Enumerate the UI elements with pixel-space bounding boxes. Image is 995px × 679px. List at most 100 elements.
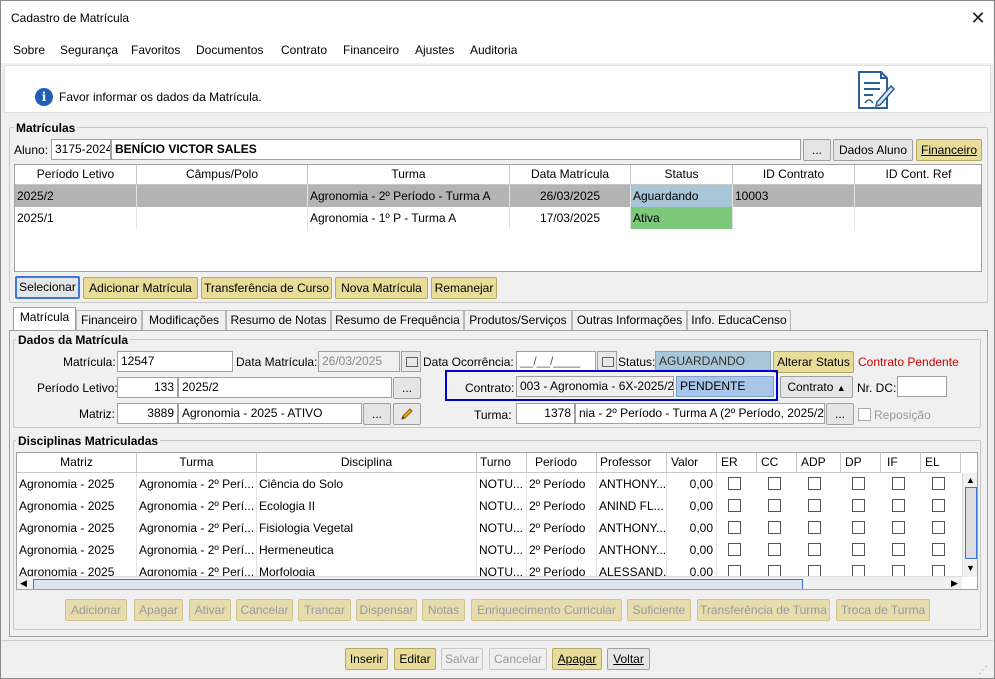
menu-auditoria[interactable]: Auditoria xyxy=(470,43,517,57)
row-checkbox-el[interactable] xyxy=(932,521,945,534)
calendar-icon[interactable] xyxy=(401,351,421,372)
turma-code-field[interactable]: 1378 xyxy=(516,403,575,424)
row-checkbox-er[interactable] xyxy=(728,477,741,490)
row-checkbox-adp[interactable] xyxy=(808,477,821,490)
periodo-value-field[interactable]: 2025/2 xyxy=(178,377,392,398)
scroll-down-icon[interactable]: ▼ xyxy=(966,563,975,573)
matriz-code-field[interactable]: 3889 xyxy=(117,403,178,424)
editar-button[interactable]: Editar xyxy=(394,648,436,670)
scroll-up-icon[interactable]: ▲ xyxy=(966,475,975,485)
vertical-scrollbar[interactable]: ▲ ▼ xyxy=(962,473,977,577)
resize-grip-icon[interactable]: ⋰ xyxy=(978,664,992,678)
data-ocorrencia-field[interactable]: __/__/____ xyxy=(516,351,596,372)
matriculas-table[interactable]: Período Letivo Câmpus/Polo Turma Data Ma… xyxy=(14,164,982,272)
table-row[interactable]: 2025/1 Agronomia - 1º P - Turma A 17/03/… xyxy=(15,207,981,229)
col-valor[interactable]: Valor xyxy=(667,453,717,473)
calendar-icon[interactable] xyxy=(597,351,617,372)
row-checkbox-cc[interactable] xyxy=(768,543,781,556)
enriquecimento-curricular-button[interactable]: Enriquecimento Curricular xyxy=(471,599,622,621)
close-icon[interactable]: ✕ xyxy=(968,6,988,30)
menu-sobre[interactable]: Sobre xyxy=(13,43,45,57)
aluno-browse-button[interactable]: ... xyxy=(803,139,831,161)
pencil-icon[interactable] xyxy=(393,403,421,425)
tab-modificacoes[interactable]: Modificações xyxy=(142,310,226,330)
trancar-button[interactable]: Trancar xyxy=(298,599,351,621)
col-turma[interactable]: Turma xyxy=(137,453,257,473)
col-data-matricula[interactable]: Data Matrícula xyxy=(510,165,631,185)
turma-value-field[interactable]: nia - 2º Período - Turma A (2º Período, … xyxy=(575,403,825,424)
col-cc[interactable]: CC xyxy=(757,453,797,473)
row-checkbox-cc[interactable] xyxy=(768,499,781,512)
menu-seguranca[interactable]: Segurança xyxy=(60,43,118,57)
row-checkbox-dp[interactable] xyxy=(852,543,865,556)
menu-contrato[interactable]: Contrato xyxy=(281,43,327,57)
suficiente-button[interactable]: Suficiente xyxy=(627,599,691,621)
tab-matricula[interactable]: Matrícula xyxy=(13,307,76,331)
table-row[interactable]: Agronomia - 2025 Agronomia - 2º Perí... He… xyxy=(17,539,962,561)
tab-financeiro[interactable]: Financeiro xyxy=(76,310,142,330)
table-row[interactable]: Agronomia - 2025 Agronomia - 2º Perí... Fi… xyxy=(17,517,962,539)
tab-resumo-frequencia[interactable]: Resumo de Frequência xyxy=(331,310,464,330)
matriz-browse-button[interactable]: ... xyxy=(363,403,391,425)
row-checkbox-if[interactable] xyxy=(892,477,905,490)
notas-button[interactable]: Notas xyxy=(422,599,465,621)
table-row[interactable]: Agronomia - 2025 Agronomia - 2º Perí... Ec… xyxy=(17,495,962,517)
tab-info-educacenso[interactable]: Info. EducaCenso xyxy=(687,310,791,330)
row-checkbox-dp[interactable] xyxy=(852,521,865,534)
col-disciplina[interactable]: Disciplina xyxy=(257,453,477,473)
col-matriz[interactable]: Matriz xyxy=(17,453,137,473)
aluno-code-field[interactable]: 3175-2024 xyxy=(51,139,111,160)
adicionar-disciplina-button[interactable]: Adicionar xyxy=(65,599,127,621)
row-checkbox-adp[interactable] xyxy=(808,521,821,534)
hscrollbar-thumb[interactable] xyxy=(33,579,803,589)
row-checkbox-el[interactable] xyxy=(932,543,945,556)
col-dp[interactable]: DP xyxy=(841,453,881,473)
col-el[interactable]: EL xyxy=(921,453,961,473)
matricula-field[interactable]: 12547 xyxy=(117,351,233,372)
voltar-button[interactable]: Voltar xyxy=(607,648,650,670)
cancelar-button[interactable]: Cancelar xyxy=(489,648,547,670)
table-row[interactable]: Agronomia - 2025 Agronomia - 2º Perí... Ci… xyxy=(17,473,962,495)
selecionar-button[interactable]: Selecionar xyxy=(15,276,80,299)
troca-turma-button[interactable]: Troca de Turma xyxy=(836,599,930,621)
contrato-field[interactable]: 003 - Agronomia - 6X-2025/2 xyxy=(516,376,674,397)
remanejar-button[interactable]: Remanejar xyxy=(431,277,497,299)
nova-matricula-button[interactable]: Nova Matrícula xyxy=(335,277,428,299)
row-checkbox-dp[interactable] xyxy=(852,477,865,490)
alterar-status-button[interactable]: Alterar Status xyxy=(773,351,854,373)
ativar-button[interactable]: Ativar xyxy=(189,599,231,621)
col-turno[interactable]: Turno xyxy=(477,453,527,473)
dados-aluno-button[interactable]: Dados Aluno xyxy=(833,139,913,161)
tab-produtos-servicos[interactable]: Produtos/Serviços xyxy=(464,310,572,330)
apagar-button[interactable]: Apagar xyxy=(552,648,602,670)
col-id-contrato[interactable]: ID Contrato xyxy=(733,165,855,185)
col-id-cont-ref[interactable]: ID Cont. Ref xyxy=(855,165,981,185)
row-checkbox-adp[interactable] xyxy=(808,543,821,556)
col-professor[interactable]: Professor xyxy=(597,453,667,473)
row-checkbox-el[interactable] xyxy=(932,499,945,512)
row-checkbox-er[interactable] xyxy=(728,543,741,556)
scroll-left-icon[interactable]: ◀ xyxy=(20,578,27,589)
row-checkbox-el[interactable] xyxy=(932,477,945,490)
menu-favoritos[interactable]: Favoritos xyxy=(131,43,180,57)
reposicao-checkbox[interactable] xyxy=(858,408,871,421)
nr-dc-field[interactable] xyxy=(897,376,947,397)
contrato-button[interactable]: Contrato ▲ xyxy=(780,376,853,398)
matriz-value-field[interactable]: Agronomia - 2025 - ATIVO xyxy=(178,403,362,424)
salvar-button[interactable]: Salvar xyxy=(441,648,483,670)
transferencia-turma-button[interactable]: Transferência de Turma xyxy=(697,599,830,621)
col-periodo-letivo[interactable]: Período Letivo xyxy=(15,165,137,185)
row-checkbox-dp[interactable] xyxy=(852,499,865,512)
turma-browse-button[interactable]: ... xyxy=(826,403,854,425)
inserir-button[interactable]: Inserir xyxy=(345,648,388,670)
menu-financeiro[interactable]: Financeiro xyxy=(343,43,399,57)
row-checkbox-er[interactable] xyxy=(728,521,741,534)
scroll-right-icon[interactable]: ▶ xyxy=(951,578,958,589)
apagar-disciplina-button[interactable]: Apagar xyxy=(134,599,183,621)
tab-outras-informacoes[interactable]: Outras Informações xyxy=(572,310,687,330)
transferencia-curso-button[interactable]: Transferência de Curso xyxy=(201,277,332,299)
table-row[interactable]: 2025/2 Agronomia - 2º Período - Turma A … xyxy=(15,185,981,207)
tab-resumo-notas[interactable]: Resumo de Notas xyxy=(226,310,331,330)
periodo-code-field[interactable]: 133 xyxy=(117,377,178,398)
adicionar-matricula-button[interactable]: Adicionar Matrícula xyxy=(83,277,198,299)
